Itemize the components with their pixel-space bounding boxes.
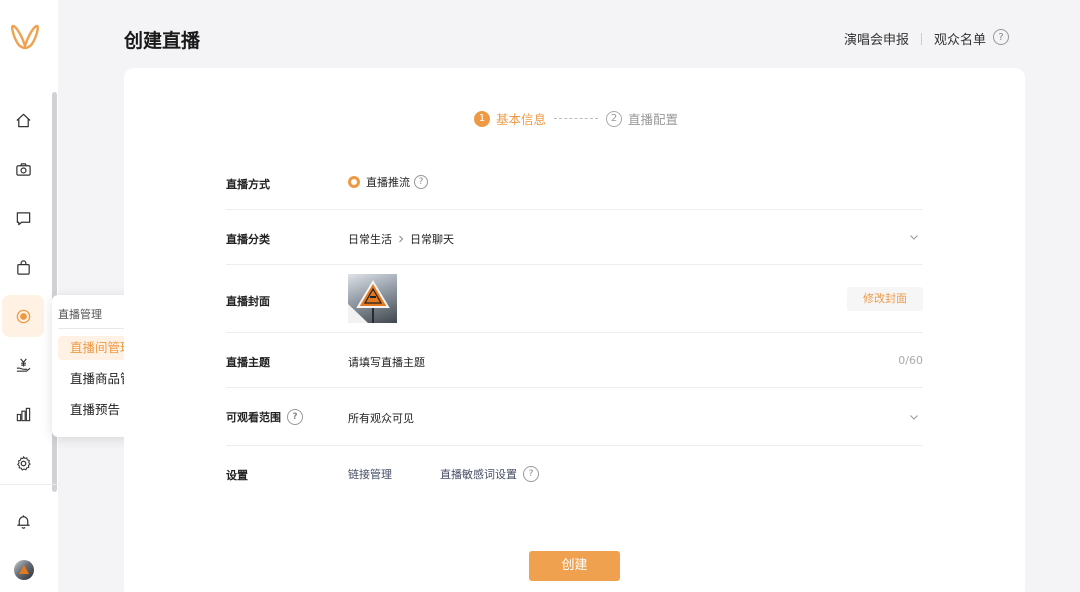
link-management-link[interactable]: 链接管理 <box>348 466 392 482</box>
nav-camera[interactable] <box>2 148 44 190</box>
row-live-method: 直播方式 直播推流 ? <box>226 158 923 210</box>
settings-label: 设置 <box>226 469 248 482</box>
edit-cover-button[interactable]: 修改封面 <box>847 287 923 311</box>
chevron-down-icon[interactable] <box>909 232 919 242</box>
sensitive-words-link[interactable]: 直播敏感词设置 <box>440 466 517 482</box>
step-2-label: 直播配置 <box>628 112 679 127</box>
cover-thumbnail[interactable] <box>348 274 397 323</box>
nav-income[interactable] <box>2 344 44 386</box>
chevron-right-icon <box>399 235 404 243</box>
header-help-icon[interactable]: ? <box>993 29 1009 45</box>
camera-icon <box>15 162 31 176</box>
create-live-card: 1 基本信息 2 直播配置 直播方式 直播推流 ? 直播分类 日常生活 日常聊天… <box>124 68 1025 592</box>
live-icon <box>16 309 30 323</box>
live-method-radio[interactable]: 直播推流 ? <box>348 174 428 190</box>
nav-shop[interactable] <box>2 246 44 288</box>
shopping-bag-icon <box>16 259 30 275</box>
live-category-value: 日常生活 日常聊天 <box>348 231 454 247</box>
live-cover-label: 直播封面 <box>226 295 270 308</box>
yuan-hand-icon <box>16 358 30 372</box>
row-live-topic: 直播主题 请填写直播主题 0/60 <box>226 333 923 388</box>
page-title: 创建直播 <box>124 30 201 52</box>
settings-links: 链接管理 直播敏感词设置 ? <box>348 466 539 482</box>
nav-message[interactable] <box>2 197 44 239</box>
bell-icon <box>16 514 30 529</box>
nav-settings[interactable] <box>2 442 44 484</box>
sensitive-words-help-icon[interactable]: ? <box>523 466 539 482</box>
sidebar <box>0 0 58 592</box>
bar-chart-icon <box>16 407 30 421</box>
category-level-1: 日常生活 <box>348 233 392 246</box>
step-1-label: 基本信息 <box>496 112 547 127</box>
concert-report-link[interactable]: 演唱会申报 <box>844 29 909 48</box>
header-links: 演唱会申报 观众名单 <box>844 29 986 48</box>
logo-icon <box>11 24 39 50</box>
sidebar-divider <box>0 484 58 485</box>
viewing-scope-help-icon[interactable]: ? <box>287 409 303 425</box>
nav-live[interactable] <box>2 295 44 337</box>
live-method-option: 直播推流 <box>366 176 410 189</box>
step-connector <box>554 118 599 119</box>
row-live-cover: 直播封面 修改封面 <box>226 265 923 333</box>
gear-icon <box>16 455 31 471</box>
step-1-number: 1 <box>474 110 490 127</box>
chevron-down-icon[interactable] <box>909 412 919 422</box>
live-topic-label: 直播主题 <box>226 356 270 369</box>
nav-home[interactable] <box>2 99 44 141</box>
header-link-divider <box>920 32 922 45</box>
live-topic-input[interactable]: 请填写直播主题 <box>348 354 425 370</box>
radio-selected-icon <box>348 176 360 188</box>
row-viewing-scope[interactable]: 可观看范围 ? 所有观众可见 <box>226 388 923 446</box>
avatar[interactable] <box>14 560 34 580</box>
row-live-category[interactable]: 直播分类 日常生活 日常聊天 <box>226 210 923 265</box>
topic-char-counter: 0/60 <box>898 354 923 367</box>
viewing-scope-label-wrap: 可观看范围 ? <box>226 409 303 425</box>
step-indicator: 1 基本信息 2 直播配置 <box>474 109 678 128</box>
menu-title: 直播管理 <box>58 308 102 321</box>
live-method-help-icon[interactable]: ? <box>414 175 428 189</box>
live-category-label: 直播分类 <box>226 233 270 246</box>
step-basic-info: 1 基本信息 <box>474 109 546 128</box>
warning-sign-image <box>348 280 390 323</box>
step-live-config: 2 直播配置 <box>606 109 678 128</box>
create-button[interactable]: 创建 <box>529 551 620 581</box>
viewing-scope-label: 可观看范围 <box>226 411 281 424</box>
live-method-label: 直播方式 <box>226 178 270 191</box>
category-level-2: 日常聊天 <box>410 233 454 246</box>
home-icon <box>15 113 31 127</box>
row-settings: 设置 链接管理 直播敏感词设置 ? <box>226 446 923 501</box>
audience-list-link[interactable]: 观众名单 <box>934 29 986 48</box>
nav-notifications[interactable] <box>2 500 44 542</box>
message-icon <box>16 211 30 225</box>
viewing-scope-select[interactable]: 所有观众可见 <box>348 410 414 426</box>
nav-stats[interactable] <box>2 393 44 435</box>
step-2-number: 2 <box>606 110 623 127</box>
